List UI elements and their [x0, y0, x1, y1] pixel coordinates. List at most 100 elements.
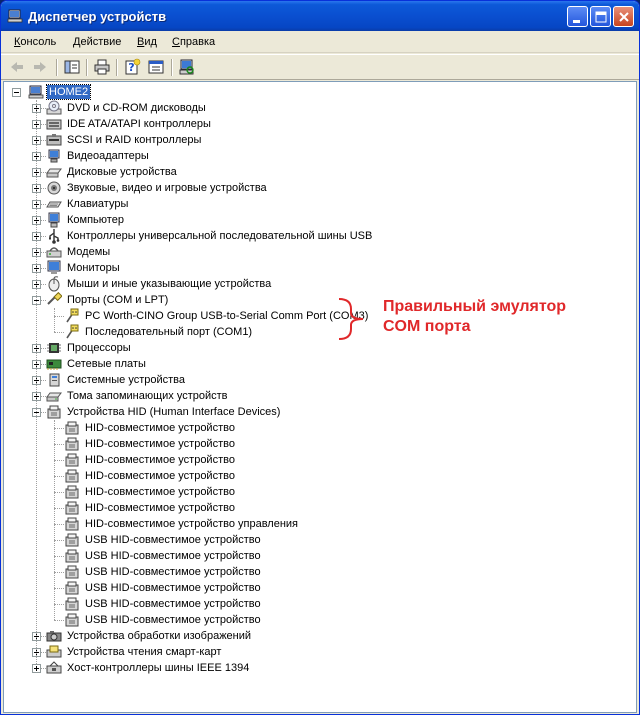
svg-text:?: ?: [128, 61, 134, 74]
annotation-line-2: COM порта: [383, 318, 471, 335]
print-icon[interactable]: [93, 58, 111, 76]
tree-category-1-label: IDE ATA/ATAPI контроллеры: [67, 118, 211, 130]
tree-device-17-6-label: HID-совместимое устройство управления: [85, 518, 299, 530]
menu-console[interactable]: Консоль: [14, 36, 56, 48]
tree-category-8-label: Контроллеры универсальной последовательн…: [67, 230, 373, 242]
usb-icon: [46, 228, 62, 244]
scan-hardware-icon[interactable]: [178, 58, 196, 76]
tree-category-16-label: Тома запоминающих устройств: [67, 390, 228, 402]
tree-category-15-label: Системные устройства: [67, 374, 186, 386]
monitor-icon: [46, 260, 62, 276]
device-manager-icon: [7, 8, 23, 24]
close-button[interactable]: [613, 6, 634, 27]
tree-connector-line: [54, 428, 64, 429]
tree-category-14-label: Сетевые платы: [67, 358, 146, 370]
tree-connector-line: [36, 100, 37, 664]
tree-category-19-label: Устройства чтения смарт-карт: [67, 646, 222, 658]
com-port-icon: [64, 308, 80, 324]
menu-help[interactable]: Справка: [172, 36, 215, 48]
tree-connector-line: [54, 308, 55, 332]
disk-drive-icon: [46, 164, 62, 180]
tree-connector-line: [54, 420, 55, 620]
toolbar-separator: [86, 59, 88, 76]
tree-device-17-10-label: USB HID-совместимое устройство: [85, 582, 261, 594]
properties-help-icon[interactable]: ?: [123, 58, 141, 76]
network-card-icon: [46, 356, 62, 372]
mouse-icon: [46, 276, 62, 292]
tree-device-17-1-label: HID-совместимое устройство: [85, 438, 235, 450]
toolbar: ?: [1, 54, 639, 80]
collapse-minus-icon[interactable]: [12, 88, 21, 97]
annotation-line-1: Правильный эмулятор: [383, 298, 567, 315]
hid-device-icon: [64, 548, 80, 564]
computer-icon: [46, 212, 62, 228]
console-tree-icon[interactable]: [63, 58, 81, 76]
hid-device-icon: [64, 436, 80, 452]
maximize-button[interactable]: [590, 6, 611, 27]
computer-root-icon: [28, 84, 44, 100]
tree-device-17-0-label: HID-совместимое устройство: [85, 422, 235, 434]
minimize-button[interactable]: [567, 6, 588, 27]
port-icon: [46, 291, 63, 308]
tree-connector-line: [54, 492, 64, 493]
com-port-icon: [64, 324, 80, 340]
tree-category-2-label: SCSI и RAID контроллеры: [67, 134, 202, 146]
window-title: Диспетчер устройств: [28, 9, 167, 24]
hid-device-icon: [64, 420, 80, 436]
tree-device-17-4-label: HID-совместимое устройство: [85, 486, 235, 498]
tree-connector-line: [54, 444, 64, 445]
tree-connector-line: [54, 556, 64, 557]
ieee1394-icon: [46, 660, 62, 676]
title-bar[interactable]: Диспетчер устройств: [1, 1, 639, 31]
tree-category-13-label: Процессоры: [67, 342, 131, 354]
tree-category-4-label: Дисковые устройства: [67, 166, 177, 178]
keyboard-icon: [46, 196, 62, 212]
cdrom-icon: [46, 100, 62, 116]
tree-root-computer-label: HOME2: [45, 84, 92, 100]
toolbar-separator: [116, 59, 118, 76]
device-tree[interactable]: HOME2 DVD и CD-ROM дисководы IDE ATA/ATAPI…: [3, 81, 637, 713]
hid-device-icon: [64, 468, 80, 484]
hid-device-icon: [64, 500, 80, 516]
hid-device-icon: [64, 612, 80, 628]
tree-connector-line: [54, 316, 64, 317]
hid-device-icon: [64, 580, 80, 596]
back-icon[interactable]: [8, 58, 26, 76]
hid-device-icon: [64, 564, 80, 580]
hid-icon: [46, 404, 62, 420]
properties-icon[interactable]: [147, 58, 165, 76]
menu-action[interactable]: Действие: [73, 36, 121, 48]
tree-connector-line: [54, 332, 64, 333]
tree-category-12-label: Порты (COM и LPT): [67, 294, 169, 306]
tree-category-11-label: Мыши и иные указывающие устройства: [67, 278, 272, 290]
toolbar-separator: [171, 59, 173, 76]
tree-category-10-label: Мониторы: [67, 262, 120, 274]
forward-icon[interactable]: [31, 58, 49, 76]
annotation-text: Правильный эмулятор COM порта: [383, 297, 566, 337]
tree-device-12-1-label: Последовательный порт (COM1): [85, 326, 253, 338]
tree-connector-line: [54, 588, 64, 589]
system-device-icon: [46, 372, 62, 388]
hid-device-icon: [64, 516, 80, 532]
tree-category-20-label: Хост-контроллеры шины IEEE 1394: [67, 662, 250, 674]
tree-connector-line: [54, 572, 64, 573]
tree-device-17-12-label: USB HID-совместимое устройство: [85, 614, 261, 626]
tree-category-17-label: Устройства HID (Human Interface Devices): [67, 406, 281, 418]
toolbar-separator: [56, 59, 58, 76]
tree-connector-line: [54, 476, 64, 477]
hid-device-icon: [64, 452, 80, 468]
tree-category-7-label: Компьютер: [67, 214, 124, 226]
tree-category-3-label: Видеоадаптеры: [67, 150, 149, 162]
smartcard-reader-icon: [46, 644, 62, 660]
tree-category-0-label: DVD и CD-ROM дисководы: [67, 102, 206, 114]
imaging-device-icon: [46, 628, 62, 644]
tree-category-6-label: Клавиатуры: [67, 198, 129, 210]
tree-connector-line: [54, 508, 64, 509]
menu-bar: Консоль Действие Вид Справка: [1, 31, 639, 53]
tree-device-17-11-label: USB HID-совместимое устройство: [85, 598, 261, 610]
tree-connector-line: [54, 460, 64, 461]
tree-device-17-2-label: HID-совместимое устройство: [85, 454, 235, 466]
expand-plus-icon[interactable]: [32, 664, 41, 673]
menu-view[interactable]: Вид: [137, 36, 157, 48]
storage-volume-icon: [46, 388, 62, 404]
